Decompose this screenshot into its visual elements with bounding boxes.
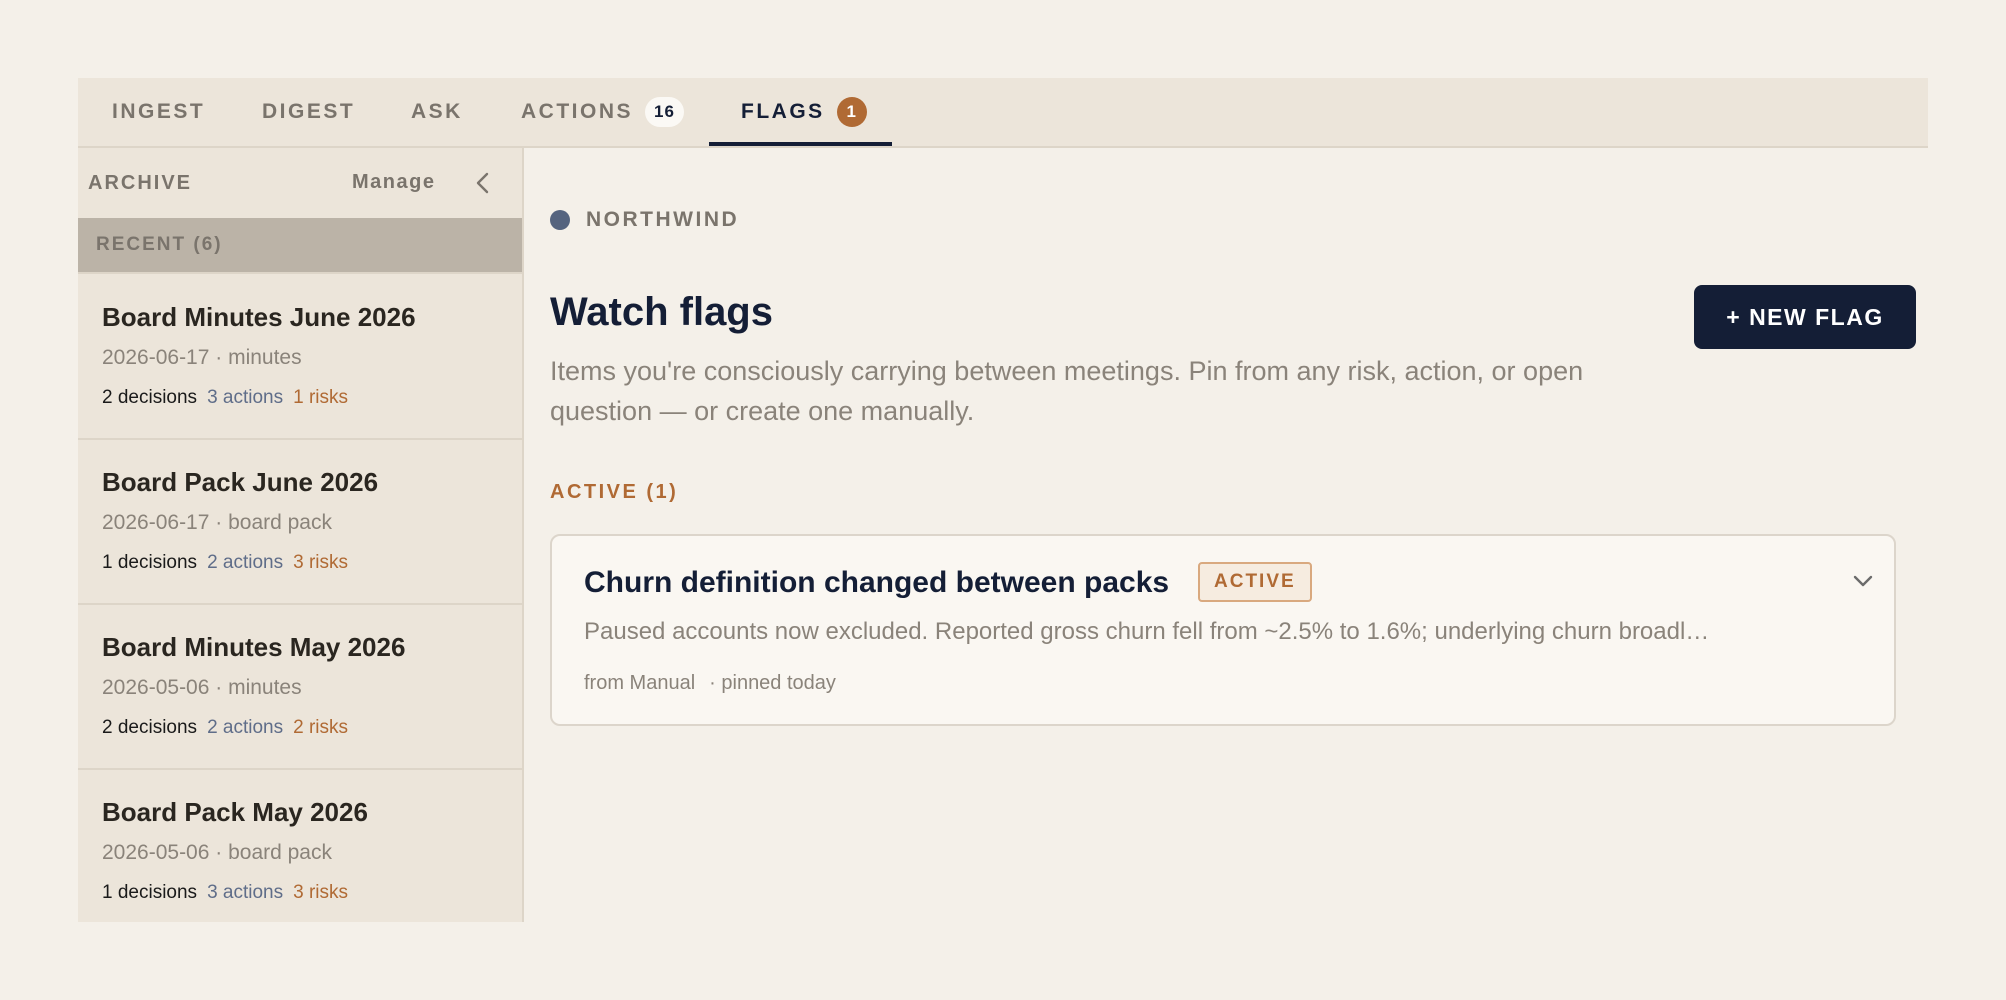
status-badge: ACTIVE	[1198, 562, 1312, 602]
archive-document-item[interactable]: Board Minutes June 2026 2026-06-17 · min…	[78, 274, 522, 440]
org-status-dot	[550, 210, 570, 230]
sidebar-title: ARCHIVE	[88, 172, 193, 194]
document-title: Board Pack May 2026	[102, 797, 368, 827]
tab-flags[interactable]: FLAGS 1	[741, 78, 867, 146]
actions-count: 2 actions	[207, 552, 284, 573]
tab-label: ACTIONS	[521, 100, 633, 123]
org-indicator: NORTHWIND	[550, 208, 739, 232]
actions-count: 3 actions	[207, 882, 284, 903]
recent-label: RECENT (6)	[96, 234, 223, 255]
flags-count-badge: 1	[836, 97, 867, 127]
archive-document-item[interactable]: Board Pack June 2026 2026-06-17 · board …	[78, 439, 522, 605]
document-meta: 2026-05-06 · minutes	[102, 676, 302, 699]
active-section-label: ACTIVE (1)	[550, 481, 679, 503]
flag-title: Churn definition changed between packs	[584, 566, 1170, 599]
active-tab-indicator	[709, 142, 892, 146]
risks-count: 3 risks	[293, 552, 349, 573]
chevron-down-icon[interactable]	[1850, 568, 1876, 594]
document-stats: 2 decisions 2 actions 2 risks	[102, 717, 358, 739]
actions-count: 2 actions	[207, 717, 284, 738]
tab-label: DIGEST	[262, 100, 356, 123]
document-stats: 2 decisions 3 actions 1 risks	[102, 387, 358, 409]
risks-count: 1 risks	[293, 387, 349, 408]
decisions-count: 1 decisions	[102, 882, 198, 903]
document-title: Board Minutes May 2026	[102, 632, 406, 662]
top-tab-bar: INGEST DIGEST ASK ACTIONS 16 FLAGS 1	[78, 78, 1928, 148]
flag-card[interactable]: Churn definition changed between packs A…	[550, 534, 1896, 726]
actions-count: 3 actions	[207, 387, 284, 408]
chevron-left-icon[interactable]	[468, 168, 498, 198]
risks-count: 3 risks	[293, 882, 349, 903]
flag-source: from Manual	[584, 672, 696, 694]
risks-count: 2 risks	[293, 717, 349, 738]
flag-footer: from Manual · pinned today	[584, 672, 836, 695]
page-title: Watch flags	[550, 290, 773, 334]
document-meta: 2026-06-17 · board pack	[102, 511, 332, 534]
document-meta: 2026-06-17 · minutes	[102, 346, 302, 369]
decisions-count: 1 decisions	[102, 552, 198, 573]
sidebar-header: ARCHIVE Manage	[78, 148, 522, 218]
tab-ingest[interactable]: INGEST	[112, 78, 205, 146]
archive-document-item[interactable]: Board Minutes May 2026 2026-05-06 · minu…	[78, 604, 522, 770]
manage-button[interactable]: Manage	[352, 171, 435, 194]
document-stats: 1 decisions 3 actions 3 risks	[102, 882, 358, 904]
decisions-count: 2 decisions	[102, 387, 198, 408]
tab-label: ASK	[411, 100, 463, 123]
flags-panel: NORTHWIND Watch flags Items you're consc…	[524, 148, 1928, 922]
recent-section-header[interactable]: RECENT (6)	[78, 218, 522, 274]
app-window: INGEST DIGEST ASK ACTIONS 16 FLAGS 1 ARC…	[78, 78, 1928, 922]
flag-pinned-time: · pinned today	[709, 672, 836, 694]
actions-count-badge: 16	[645, 97, 684, 127]
tab-ask[interactable]: ASK	[411, 78, 463, 146]
document-meta: 2026-05-06 · board pack	[102, 841, 332, 864]
decisions-count: 2 decisions	[102, 717, 198, 738]
new-flag-button[interactable]: + NEW FLAG	[1694, 285, 1916, 349]
archive-document-item[interactable]: Board Pack May 2026 2026-05-06 · board p…	[78, 769, 522, 922]
document-title: Board Pack June 2026	[102, 467, 379, 497]
document-stats: 1 decisions 2 actions 3 risks	[102, 552, 358, 574]
tab-label: INGEST	[112, 100, 206, 123]
tab-actions[interactable]: ACTIONS 16	[521, 78, 684, 146]
tab-digest[interactable]: DIGEST	[262, 78, 355, 146]
flag-summary: Paused accounts now excluded. Reported g…	[584, 618, 1710, 645]
page-description: Items you're consciously carrying betwee…	[550, 356, 1584, 426]
archive-sidebar: ARCHIVE Manage RECENT (6) Board Minutes …	[78, 148, 524, 922]
tab-label: FLAGS	[741, 100, 825, 123]
org-name: NORTHWIND	[586, 208, 740, 231]
document-title: Board Minutes June 2026	[102, 302, 416, 332]
